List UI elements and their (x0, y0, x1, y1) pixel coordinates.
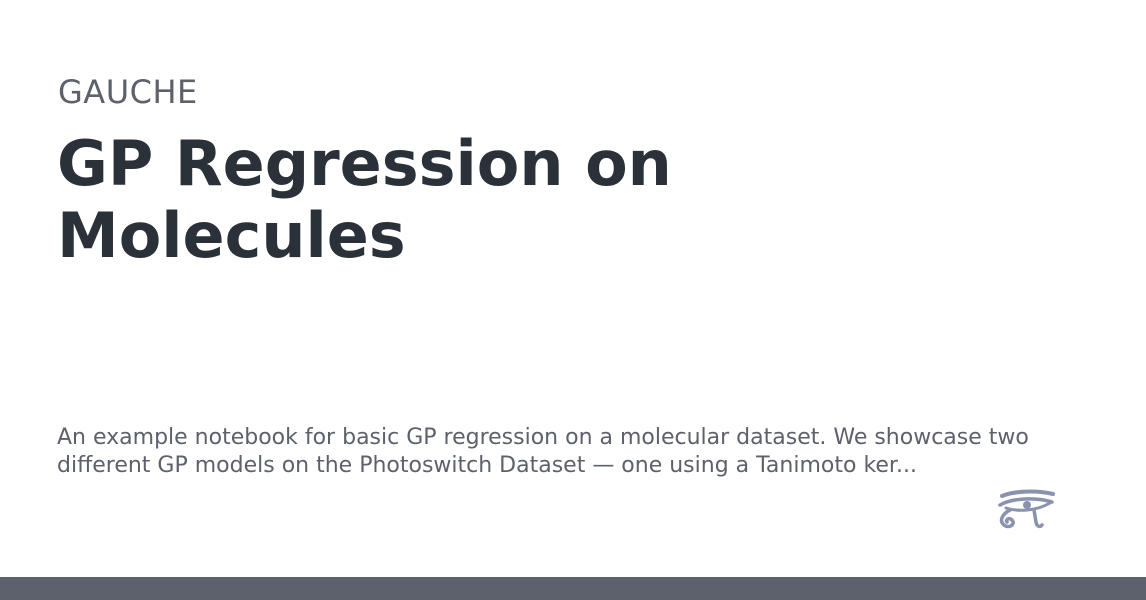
page-title: GP Regression on Molecules (57, 127, 672, 272)
eye-of-horus-icon (998, 489, 1055, 529)
site-name: GAUCHE (58, 73, 198, 111)
footer-bar (0, 577, 1146, 600)
social-card: GAUCHE GP Regression on Molecules An exa… (0, 0, 1146, 600)
page-description: An example notebook for basic GP regress… (57, 425, 1029, 478)
